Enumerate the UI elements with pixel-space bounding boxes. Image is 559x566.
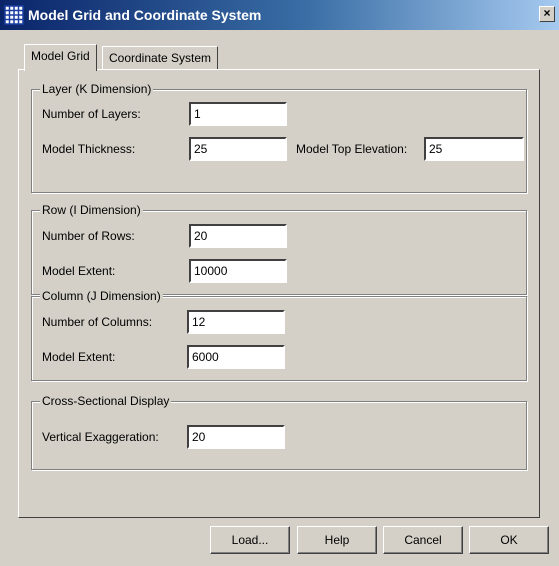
title-bar[interactable]: Model Grid and Coordinate System × [0, 0, 559, 30]
num-rows-field[interactable]: 20 [189, 224, 287, 248]
num-rows-label: Number of Rows: [42, 229, 135, 243]
row-extent-label: Model Extent: [42, 264, 116, 278]
cross-section-group: Cross-Sectional Display Vertical Exagger… [31, 394, 527, 470]
cancel-button[interactable]: Cancel [383, 526, 463, 554]
layer-group-title: Layer (K Dimension) [40, 82, 154, 96]
row-group-title: Row (I Dimension) [40, 203, 143, 217]
top-elevation-label: Model Top Elevation: [296, 142, 408, 156]
vertical-exaggeration-field[interactable]: 20 [187, 425, 285, 449]
tab-coordinate-system[interactable]: Coordinate System [102, 46, 219, 70]
thickness-label: Model Thickness: [42, 142, 136, 156]
column-extent-field[interactable]: 6000 [187, 345, 285, 369]
dialog-window: Model Grid and Coordinate System × Model… [0, 0, 559, 566]
help-button[interactable]: Help [297, 526, 377, 554]
column-group: Column (J Dimension) Number of Columns: … [31, 289, 527, 381]
cross-section-group-title: Cross-Sectional Display [40, 394, 172, 408]
vertical-exaggeration-label: Vertical Exaggeration: [42, 430, 159, 444]
num-columns-field[interactable]: 12 [187, 310, 285, 334]
thickness-field[interactable]: 25 [189, 137, 287, 161]
close-icon[interactable]: × [539, 6, 555, 22]
num-layers-field[interactable]: 1 [189, 102, 287, 126]
ok-button[interactable]: OK [469, 526, 549, 554]
num-layers-label: Number of Layers: [42, 107, 141, 121]
num-columns-label: Number of Columns: [42, 315, 153, 329]
grid-icon [4, 5, 24, 25]
layer-group: Layer (K Dimension) Number of Layers: 1 … [31, 82, 527, 193]
tab-panel: Layer (K Dimension) Number of Layers: 1 … [18, 69, 540, 518]
window-title: Model Grid and Coordinate System [28, 7, 262, 23]
row-group: Row (I Dimension) Number of Rows: 20 Mod… [31, 203, 527, 295]
top-elevation-field[interactable]: 25 [424, 137, 524, 161]
tab-model-grid[interactable]: Model Grid [24, 44, 97, 71]
column-extent-label: Model Extent: [42, 350, 116, 364]
column-group-title: Column (J Dimension) [40, 289, 163, 303]
load-button[interactable]: Load... [210, 526, 290, 554]
row-extent-field[interactable]: 10000 [189, 259, 287, 283]
